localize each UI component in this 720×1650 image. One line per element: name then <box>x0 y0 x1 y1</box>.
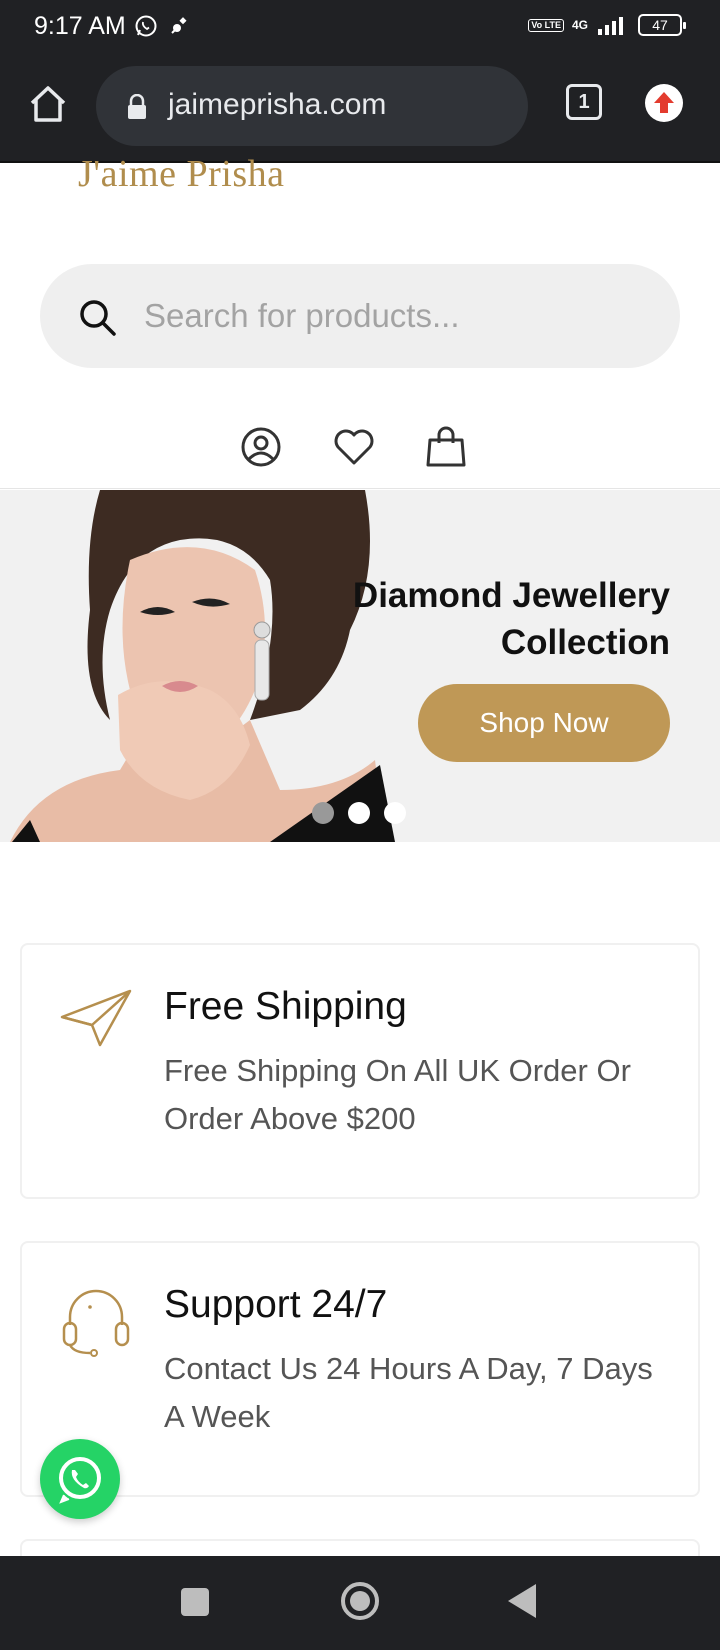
feature-description: Free Shipping On All UK Order Or Order A… <box>164 1053 631 1136</box>
paper-plane-icon <box>60 989 132 1047</box>
network-type: 4G <box>571 18 588 32</box>
carousel-dot[interactable] <box>384 802 406 824</box>
back-button[interactable] <box>508 1584 536 1618</box>
tab-switcher-button[interactable]: 1 <box>566 84 602 120</box>
feature-title: Free Shipping <box>164 985 407 1028</box>
system-navigation-bar <box>0 1556 720 1650</box>
address-bar[interactable]: jaimeprisha.com <box>96 66 528 146</box>
cart-button[interactable] <box>426 426 466 473</box>
hero-title: Diamond Jewellery Collection <box>352 576 670 662</box>
home-icon[interactable] <box>26 82 70 126</box>
wishlist-button[interactable] <box>332 426 376 473</box>
carousel-dot[interactable] <box>312 802 334 824</box>
arrow-up-icon <box>654 92 674 113</box>
hero-banner[interactable]: Diamond Jewellery Collection Shop Now <box>0 490 720 842</box>
feature-card-free-shipping: Free Shipping Free Shipping On All UK Or… <box>20 943 700 1199</box>
feature-description: Contact Us 24 Hours A Day, 7 Days A Week <box>164 1351 653 1434</box>
whatsapp-notification-icon <box>135 15 157 37</box>
status-time: 9:17 AM <box>34 12 126 40</box>
volte-icon: Vo LTE <box>528 18 564 32</box>
signal-icon <box>598 17 623 35</box>
status-system-icons: Vo LTE 4G 47 <box>528 14 686 36</box>
user-icon <box>241 427 281 467</box>
whatsapp-chat-button[interactable] <box>40 1439 120 1519</box>
site-logo[interactable]: J'aime Prisha <box>78 152 284 196</box>
heart-icon <box>334 429 374 465</box>
battery-icon: 47 <box>638 14 686 36</box>
browser-toolbar: jaimeprisha.com 1 <box>0 52 720 162</box>
headset-icon <box>62 1289 130 1357</box>
status-notification-icons <box>134 14 192 38</box>
satellite-icon <box>171 17 187 34</box>
search-input[interactable] <box>144 286 644 346</box>
home-nav-button[interactable] <box>341 1582 379 1620</box>
header-divider <box>0 488 720 489</box>
status-bar: 9:17 AM Vo LTE 4G 47 <box>0 0 720 52</box>
recents-button[interactable] <box>181 1588 209 1616</box>
update-button[interactable] <box>645 84 683 122</box>
carousel-dot[interactable] <box>348 802 370 824</box>
whatsapp-icon <box>59 1457 101 1504</box>
search-icon[interactable] <box>78 298 118 338</box>
lock-icon <box>128 94 146 119</box>
account-button[interactable] <box>240 426 282 473</box>
url-text[interactable]: jaimeprisha.com <box>168 88 386 122</box>
feature-card-support: Support 24/7 Contact Us 24 Hours A Day, … <box>20 1241 700 1497</box>
model-photo <box>0 490 400 842</box>
shopping-bag-icon <box>426 426 466 467</box>
shop-now-button[interactable]: Shop Now <box>418 684 670 762</box>
feature-title: Support 24/7 <box>164 1283 388 1326</box>
search-box[interactable] <box>40 264 680 368</box>
